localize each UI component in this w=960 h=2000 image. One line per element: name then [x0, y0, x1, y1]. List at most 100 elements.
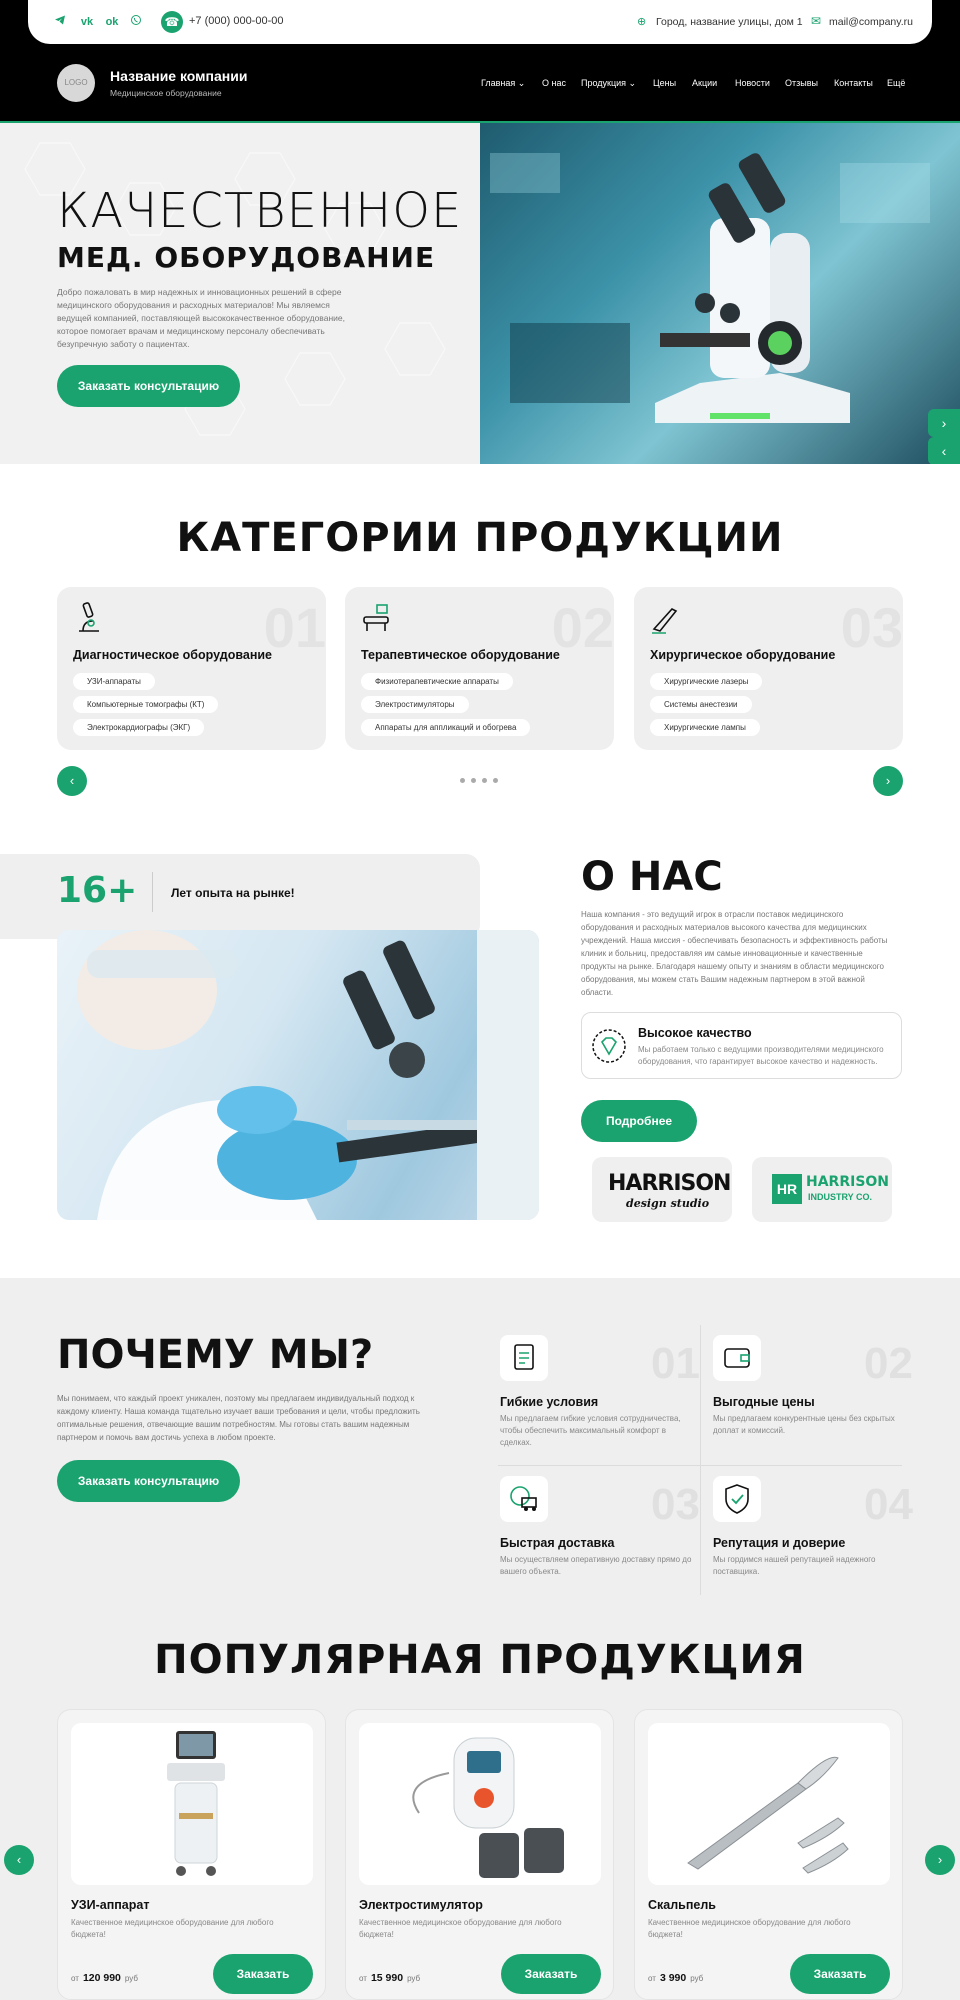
- feature-good-prices: 02 Выгодные цены Мы предлагаем конкурент…: [713, 1335, 913, 1455]
- hero-section: КАЧЕСТВЕННОЕ МЕД. ОБОРУДОВАНИЕ Добро пож…: [0, 123, 960, 464]
- category-tag[interactable]: Электростимуляторы: [361, 696, 469, 713]
- feature-title: Выгодные цены: [713, 1395, 815, 1409]
- chevron-down-icon: ⌄: [628, 78, 637, 88]
- nav-item-reviews[interactable]: Отзывы: [785, 78, 818, 88]
- quality-description: Мы работаем только с ведущими производит…: [638, 1045, 884, 1066]
- phone-icon[interactable]: ☎: [161, 11, 183, 33]
- divider: [498, 1465, 902, 1466]
- partner-logo-harrison-industry[interactable]: HR HARRISON INDUSTRY CO.: [752, 1157, 892, 1222]
- category-tag[interactable]: Хирургические лазеры: [650, 673, 763, 690]
- category-number: 03: [840, 596, 903, 659]
- order-button[interactable]: Заказать: [501, 1954, 601, 1994]
- order-button[interactable]: Заказать: [213, 1954, 313, 1994]
- category-tag[interactable]: УЗИ-аппараты: [73, 673, 155, 690]
- nav-label: Продукция: [581, 78, 627, 88]
- order-button[interactable]: Заказать: [790, 1954, 890, 1994]
- category-tag[interactable]: Физиотерапевтические аппараты: [361, 673, 513, 690]
- products-title: ПОПУЛЯРНАЯ ПРОДУКЦИЯ: [154, 1637, 806, 1683]
- products-prev-arrow[interactable]: ‹: [4, 1845, 34, 1875]
- pagination-dot[interactable]: [482, 778, 487, 783]
- pagination-dot[interactable]: [460, 778, 465, 783]
- category-card-therapeutic[interactable]: 02 Терапевтическое оборудование Физиотер…: [345, 587, 614, 750]
- nav-item-about[interactable]: О нас: [542, 78, 566, 88]
- categories-title: КАТЕГОРИИ ПРОДУКЦИИ: [176, 515, 784, 561]
- location-icon: ⊕: [637, 16, 647, 28]
- divider: [152, 872, 153, 912]
- feature-number: 04: [864, 1480, 913, 1529]
- products-next-arrow[interactable]: ›: [925, 1845, 955, 1875]
- product-card-scalpel[interactable]: Скальпель Качественное медицинское обору…: [634, 1709, 903, 2000]
- slider-next-arrow[interactable]: ›: [928, 409, 960, 437]
- product-card-electrostimulator[interactable]: Электростимулятор Качественное медицинск…: [345, 1709, 614, 2000]
- order-consultation-button[interactable]: Заказать консультацию: [57, 1460, 240, 1502]
- chevron-down-icon: ⌄: [517, 78, 526, 88]
- feature-description: Мы предлагаем конкурентные цены без скры…: [713, 1414, 895, 1435]
- logo[interactable]: LOGO: [57, 64, 95, 102]
- clipboard-icon: [500, 1335, 548, 1381]
- feature-number: 03: [651, 1480, 700, 1529]
- nav-item-more[interactable]: Ещё: [887, 78, 905, 88]
- feature-number: 02: [864, 1339, 913, 1388]
- slider-prev-arrow[interactable]: ‹: [928, 437, 960, 464]
- product-name: Скальпель: [648, 1898, 716, 1912]
- category-tag[interactable]: Аппараты для аппликаций и обогрева: [361, 719, 531, 736]
- product-price: от 15 990 руб: [359, 1972, 420, 1984]
- why-us-description: Мы понимаем, что каждый проект уникален,…: [57, 1394, 420, 1442]
- partner-logo-harrison-design[interactable]: HARRISON design studio: [592, 1157, 732, 1222]
- more-details-button[interactable]: Подробнее: [581, 1100, 697, 1142]
- category-tag[interactable]: Электрокардиографы (ЭКГ): [73, 719, 205, 736]
- phone-number[interactable]: +7 (000) 000-00-00: [189, 15, 283, 27]
- category-card-surgical[interactable]: 03 Хирургическое оборудование Хирургичес…: [634, 587, 903, 750]
- telegram-icon[interactable]: [52, 14, 68, 30]
- product-price: от 3 990 руб: [648, 1972, 703, 1984]
- category-tag[interactable]: Системы анестезии: [650, 696, 752, 713]
- about-description: Наша компания - это ведущий игрок в отра…: [581, 910, 888, 997]
- category-tag[interactable]: Хирургические лампы: [650, 719, 760, 736]
- category-title: Хирургическое оборудование: [650, 648, 836, 662]
- company-subtitle: Медицинское оборудование: [110, 88, 222, 98]
- nav-item-products[interactable]: Продукция ⌄: [581, 78, 636, 89]
- categories-next-arrow[interactable]: ›: [873, 766, 903, 796]
- vk-icon[interactable]: vk: [79, 14, 95, 30]
- email-link[interactable]: mail@company.ru: [829, 16, 913, 28]
- experience-stat: 16+ Лет опыта на рынке!: [0, 854, 480, 939]
- feature-title: Репутация и доверие: [713, 1536, 846, 1550]
- price-value: 3 990: [659, 1972, 687, 1984]
- pagination-dot[interactable]: [493, 778, 498, 783]
- category-card-diagnostic[interactable]: 01 Диагностическое оборудование УЗИ-аппа…: [57, 587, 326, 750]
- pagination-dot[interactable]: [471, 778, 476, 783]
- quality-title: Высокое качество: [638, 1026, 752, 1040]
- hero-description: Добро пожаловать в мир надежных и иннова…: [57, 287, 345, 349]
- price-currency: руб: [690, 1974, 704, 1983]
- microscope-icon: [79, 602, 99, 632]
- scalpel-image: [648, 1723, 890, 1885]
- price-currency: руб: [124, 1974, 138, 1983]
- experience-label: Лет опыта на рынке!: [171, 886, 295, 900]
- price-prefix: от: [359, 1974, 367, 1983]
- whatsapp-icon[interactable]: [128, 14, 144, 30]
- electrostimulator-image: [359, 1723, 601, 1885]
- nav-item-news[interactable]: Новости: [735, 78, 770, 88]
- nav-item-prices[interactable]: Цены: [653, 78, 676, 88]
- delivery-truck-icon: [500, 1476, 548, 1522]
- ok-icon[interactable]: ok: [104, 14, 120, 30]
- category-title: Диагностическое оборудование: [73, 648, 273, 662]
- mail-icon: ✉: [811, 14, 822, 28]
- about-title: О НАС: [581, 854, 723, 900]
- categories-prev-arrow[interactable]: ‹: [57, 766, 87, 796]
- nav-item-promotions[interactable]: Акции: [692, 78, 717, 88]
- company-name[interactable]: Название компании: [110, 68, 247, 84]
- product-card-ultrasound[interactable]: УЗИ-аппарат Качественное медицинское обо…: [57, 1709, 326, 2000]
- category-tag[interactable]: Компьютерные томографы (КТ): [73, 696, 219, 713]
- order-consultation-button[interactable]: Заказать консультацию: [57, 365, 240, 407]
- nav-item-home[interactable]: Главная ⌄: [481, 78, 525, 89]
- divider: [700, 1325, 701, 1595]
- quality-card: Высокое качество Мы работаем только с ве…: [581, 1012, 902, 1079]
- wallet-icon: [713, 1335, 761, 1381]
- why-us-title: ПОЧЕМУ МЫ?: [57, 1332, 374, 1378]
- nav-item-contacts[interactable]: Контакты: [834, 78, 873, 88]
- feature-flexible-terms: 01 Гибкие условия Мы предлагаем гибкие у…: [500, 1335, 700, 1455]
- product-price: от 120 990 руб: [71, 1972, 138, 1984]
- address-text: Город, название улицы, дом 1: [656, 16, 803, 28]
- feature-number: 01: [651, 1339, 700, 1388]
